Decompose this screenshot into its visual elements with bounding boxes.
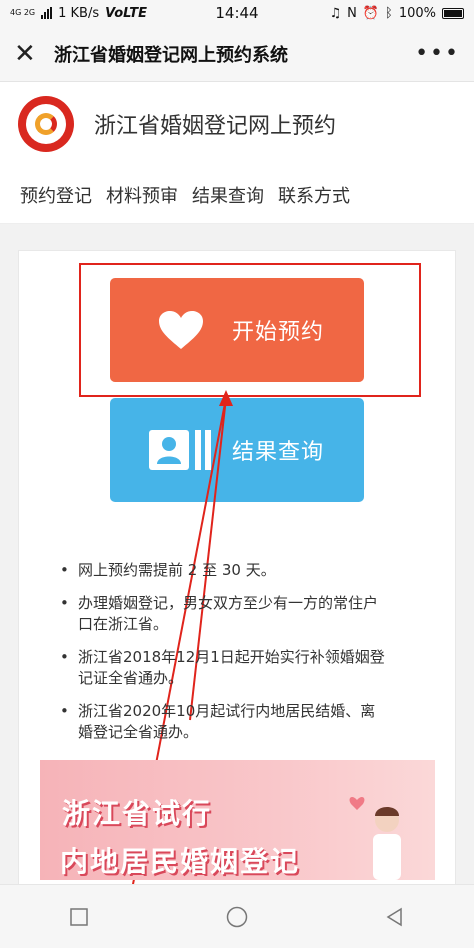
banner-line-2: 内地居民婚姻登记 bbox=[60, 845, 301, 878]
notice-item: 浙江省2020年10月起试行内地居民结婚、离婚登记全省通办。 bbox=[60, 701, 390, 743]
notice-item: 浙江省2018年12月1日起开始实行补领婚姻登记证全省通办。 bbox=[60, 647, 390, 689]
home-icon[interactable] bbox=[225, 905, 249, 929]
notice-item: 网上预约需提前 2 至 30 天。 bbox=[60, 560, 390, 581]
couple-illustration bbox=[349, 797, 401, 880]
notice-item: 办理婚姻登记，男女双方至少有一方的常住户口在浙江省。 bbox=[60, 593, 390, 635]
promo-banner[interactable]: 浙江省试行 内地居民婚姻登记 bbox=[40, 760, 435, 880]
back-icon[interactable] bbox=[383, 905, 407, 929]
notice-list: 网上预约需提前 2 至 30 天。 办理婚姻登记，男女双方至少有一方的常住户口在… bbox=[60, 560, 390, 755]
recent-apps-icon[interactable] bbox=[67, 905, 91, 929]
banner-line-1: 浙江省试行 bbox=[62, 797, 213, 830]
android-nav-bar bbox=[0, 884, 474, 948]
